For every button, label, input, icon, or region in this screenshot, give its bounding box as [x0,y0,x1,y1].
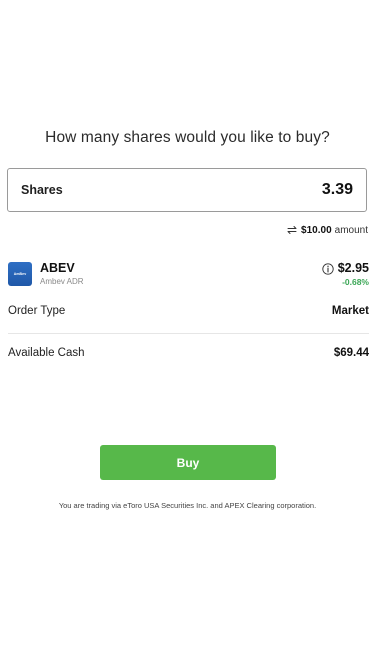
available-cash-value: $69.44 [333,347,369,359]
available-cash-row: Available Cash $69.44 [8,347,369,359]
amount-unit: amount [334,224,368,236]
divider [8,333,369,334]
shares-label: Shares [21,183,63,197]
amount-value: $10.00 [301,224,332,236]
price-group: $2.95 [322,261,369,275]
buy-button[interactable]: Buy [100,445,276,480]
disclaimer-text: You are trading via eToro USA Securities… [58,501,317,510]
swap-icon[interactable] [286,224,298,236]
order-type-label: Order Type [8,305,66,317]
asset-price: $2.95 [337,261,369,275]
asset-logo-text: AmBev [13,272,27,276]
asset-row: AmBev ABEV Ambev ADR $2.95 -0.68% [8,260,369,290]
asset-logo: AmBev [8,262,32,286]
shares-input-box[interactable]: Shares [7,168,367,212]
info-icon[interactable] [322,262,334,275]
available-cash-label: Available Cash [8,347,85,359]
order-type-value: Market [331,305,369,317]
shares-input[interactable] [233,181,353,199]
toggle-amount-button[interactable]: $10.00 amount [286,224,368,236]
asset-name: Ambev ADR [40,277,84,286]
order-type-row: Order Type Market [8,305,369,317]
asset-price-change: -0.68% [342,277,369,287]
buy-question-heading: How many shares would you like to buy? [45,129,330,146]
buy-shares-screen: { "question": "How many shares would you… [0,0,375,667]
asset-ticker: ABEV [40,261,75,275]
